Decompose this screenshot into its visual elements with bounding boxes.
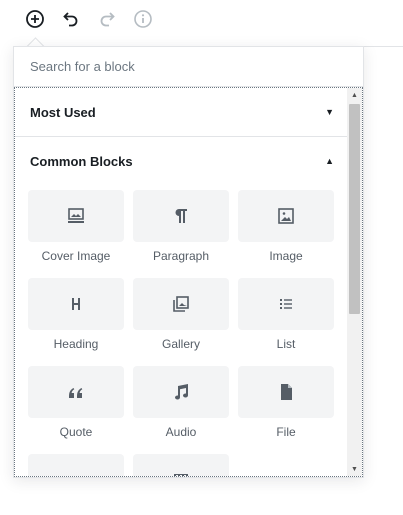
block-tile[interactable] — [28, 278, 124, 330]
block-file[interactable]: File — [238, 366, 334, 440]
file-icon — [281, 384, 292, 400]
block-label: File — [276, 425, 296, 439]
panel-most-used-label: Most Used — [30, 104, 96, 120]
block-search — [14, 47, 363, 87]
image-icon — [278, 208, 294, 224]
block-inserter-popover: Most Used ▼ Common Blocks ▲ Cover Image — [13, 46, 364, 478]
block-tile[interactable] — [133, 454, 229, 476]
chevron-down-icon: ▼ — [325, 107, 334, 117]
block-tile[interactable] — [28, 454, 124, 477]
block-tile[interactable] — [133, 278, 229, 330]
editor-toolbar — [0, 0, 403, 40]
paragraph-icon — [175, 209, 187, 223]
block-label: Audio — [165, 425, 197, 439]
scroll-down-arrow-icon[interactable]: ▼ — [347, 462, 362, 476]
block-cover-image[interactable]: Cover Image — [28, 190, 124, 264]
block-label: Cover Image — [41, 249, 111, 263]
block-list[interactable]: List — [238, 278, 334, 352]
video-icon — [174, 474, 188, 476]
block-heading[interactable]: Heading — [28, 278, 124, 352]
block-tile[interactable] — [238, 278, 334, 330]
subhead-icon — [66, 470, 86, 477]
block-tile[interactable] — [133, 366, 229, 418]
info-icon — [134, 10, 152, 28]
block-image[interactable]: Image — [238, 190, 334, 264]
undo-icon — [63, 12, 78, 27]
gallery-icon — [173, 296, 189, 312]
header-divider — [363, 46, 403, 47]
results-scrollbar[interactable]: ▲ ▼ — [347, 88, 362, 476]
block-gallery[interactable]: Gallery — [133, 278, 229, 352]
panel-common-blocks-label: Common Blocks — [30, 153, 133, 169]
block-tile[interactable] — [133, 190, 229, 242]
block-tile[interactable] — [28, 190, 124, 242]
block-tile[interactable] — [238, 190, 334, 242]
redo-icon — [100, 12, 115, 27]
quote-icon — [69, 388, 83, 398]
info-button[interactable] — [130, 6, 156, 32]
chevron-up-icon: ▲ — [325, 156, 334, 166]
block-label: Gallery — [161, 337, 200, 351]
heading-icon — [72, 298, 80, 310]
scrollbar-thumb[interactable] — [349, 104, 360, 314]
block-audio[interactable]: Audio — [133, 366, 229, 440]
scroll-up-arrow-icon[interactable]: ▲ — [347, 88, 362, 102]
block-label: Image — [269, 249, 303, 263]
block-label: Heading — [53, 337, 99, 351]
list-icon — [280, 299, 292, 309]
block-paragraph[interactable]: Paragraph — [133, 190, 229, 264]
inserter-results: Most Used ▼ Common Blocks ▲ Cover Image — [14, 87, 363, 477]
block-video[interactable] — [133, 454, 229, 476]
undo-button[interactable] — [58, 6, 84, 32]
block-quote[interactable]: Quote — [28, 366, 124, 440]
block-tile[interactable] — [238, 366, 334, 418]
audio-icon — [175, 384, 188, 400]
block-subhead[interactable] — [28, 454, 124, 477]
block-label: Paragraph — [152, 249, 210, 263]
cover-image-icon — [68, 208, 84, 223]
plus-circle-icon — [26, 10, 44, 28]
add-block-button[interactable] — [22, 6, 48, 32]
panel-common-blocks-toggle[interactable]: Common Blocks ▲ — [15, 137, 348, 185]
block-search-input[interactable] — [14, 47, 363, 86]
block-tile[interactable] — [28, 366, 124, 418]
redo-button[interactable] — [94, 6, 120, 32]
block-label: List — [276, 337, 296, 351]
block-label: Quote — [59, 425, 93, 439]
panel-most-used-toggle[interactable]: Most Used ▼ — [15, 88, 348, 136]
